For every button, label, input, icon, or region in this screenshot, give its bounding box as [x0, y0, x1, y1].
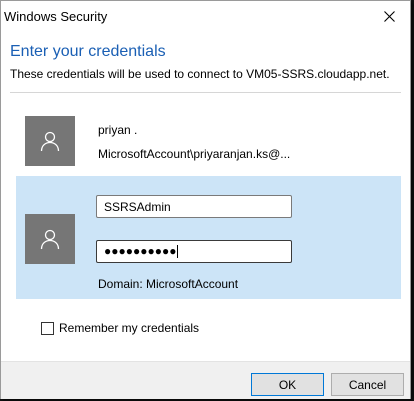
username-input[interactable]: SSRSAdmin: [96, 195, 292, 218]
header-divider: [10, 92, 401, 93]
ok-button[interactable]: OK: [251, 373, 324, 396]
user-icon: [40, 131, 60, 152]
button-bar: OK Cancel: [1, 361, 410, 399]
text-caret: [177, 245, 179, 259]
account-avatar[interactable]: [25, 116, 75, 166]
window-title: Windows Security: [4, 9, 108, 24]
remember-checkbox[interactable]: [41, 321, 54, 335]
credentials-dialog: Windows Security Enter your credentials …: [0, 0, 411, 399]
user-icon: [40, 229, 60, 250]
title-bar: Windows Security: [1, 1, 410, 32]
domain-label: Domain: MicrosoftAccount: [98, 277, 239, 291]
remember-credentials-option[interactable]: Remember my credentials: [41, 320, 199, 336]
account-name[interactable]: priyan .: [98, 123, 137, 137]
remember-label[interactable]: Remember my credentials: [59, 321, 199, 335]
password-input[interactable]: ●●●●●●●●●●: [96, 240, 292, 263]
close-icon: [383, 10, 395, 22]
account-identifier[interactable]: MicrosoftAccount\priyaranjan.ks@...: [98, 147, 290, 161]
dialog-subheading: These credentials will be used to connec…: [10, 67, 390, 81]
cancel-button[interactable]: Cancel: [331, 373, 404, 396]
dialog-heading: Enter your credentials: [10, 43, 166, 60]
close-button[interactable]: [374, 4, 404, 28]
selected-account-avatar: [25, 214, 75, 264]
password-mask: ●●●●●●●●●●: [104, 244, 177, 258]
